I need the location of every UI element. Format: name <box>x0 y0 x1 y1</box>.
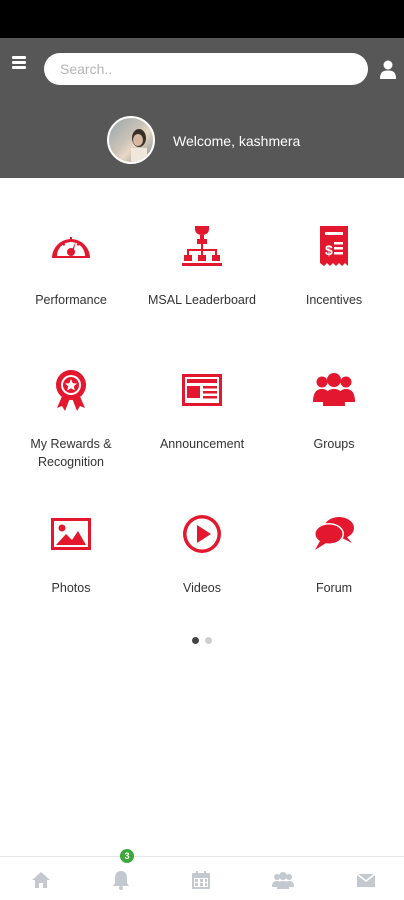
search-input[interactable] <box>44 53 368 85</box>
tile-my-rewards-recognition[interactable]: My Rewards & Recognition <box>4 368 138 471</box>
header: Welcome, kashmera <box>0 38 404 178</box>
award-ribbon-icon <box>56 370 86 411</box>
bell-icon[interactable] <box>110 869 132 891</box>
tile-announcement[interactable]: Announcement <box>135 368 269 453</box>
menu-button[interactable] <box>10 56 32 74</box>
menu-icon <box>12 56 26 59</box>
chat-bubbles-icon <box>314 517 354 550</box>
group-icon[interactable] <box>272 869 294 891</box>
tile-msal-leaderboard[interactable]: MSAL Leaderboard <box>135 224 269 309</box>
welcome-text: Welcome, kashmera <box>173 133 301 149</box>
notification-badge: 3 <box>120 849 134 863</box>
tile-performance[interactable]: Performance <box>4 224 138 309</box>
mail-icon[interactable] <box>355 869 377 891</box>
calendar-icon[interactable] <box>190 869 212 891</box>
receipt-icon: $ <box>320 226 348 266</box>
tile-forum[interactable]: Forum <box>267 512 401 597</box>
tile-label: Incentives <box>305 293 363 307</box>
newspaper-icon <box>182 374 222 406</box>
groups-icon <box>313 373 355 406</box>
tile-label: Forum <box>315 581 353 595</box>
status-bar <box>0 0 404 38</box>
tile-label: Photos <box>51 581 91 595</box>
tile-label: Performance <box>35 293 107 307</box>
avatar-image <box>131 129 147 162</box>
home-icon[interactable] <box>30 869 52 891</box>
tile-label: Announcement <box>159 437 245 451</box>
page-dot[interactable] <box>205 637 212 644</box>
tile-groups[interactable]: Groups <box>267 368 401 453</box>
tile-label: Videos <box>183 581 221 595</box>
user-icon[interactable] <box>379 60 397 80</box>
leaderboard-icon <box>182 226 222 266</box>
avatar[interactable] <box>107 116 155 164</box>
tile-label: My Rewards & Recognition <box>30 437 112 469</box>
tile-videos[interactable]: Videos <box>135 512 269 597</box>
svg-text:$: $ <box>325 242 333 258</box>
page-dot-active[interactable] <box>192 637 199 644</box>
tile-label: Groups <box>313 437 355 451</box>
bottom-nav: 3 <box>0 849 404 900</box>
speedometer-icon <box>52 237 90 258</box>
photo-icon <box>51 518 91 550</box>
tile-incentives[interactable]: $ Incentives <box>267 224 401 309</box>
page-indicator <box>0 631 404 649</box>
tile-photos[interactable]: Photos <box>4 512 138 597</box>
play-circle-icon <box>183 515 221 553</box>
tile-label: MSAL Leaderboard <box>148 293 256 307</box>
